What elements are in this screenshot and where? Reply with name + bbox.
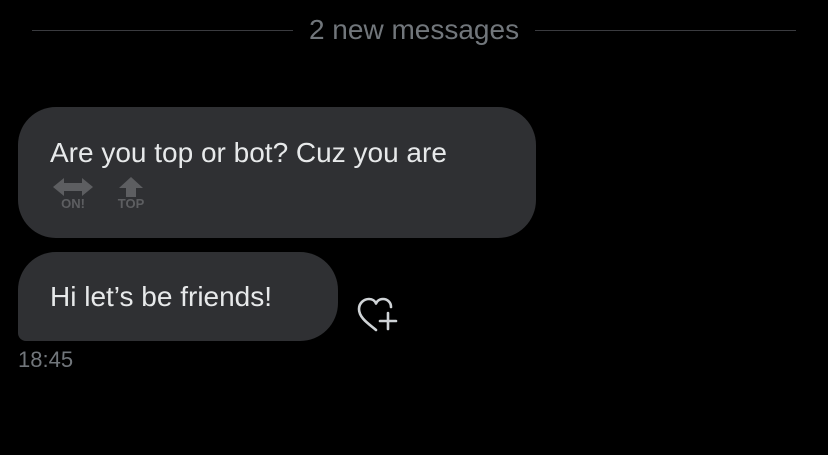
- new-messages-divider: 2 new messages: [32, 8, 797, 52]
- divider-line-right: [535, 29, 797, 31]
- on-arrow-icon: [53, 178, 93, 196]
- top-emoji-caption: TOP: [117, 196, 145, 211]
- message-text: Hi let’s be friends!: [50, 280, 273, 312]
- top-arrow-emoji: TOP: [108, 177, 154, 211]
- new-messages-label: 2 new messages: [308, 14, 520, 45]
- add-reaction-button[interactable]: [355, 296, 401, 336]
- message-bubble[interactable]: Are you top or bot? Cuz you are ON! TOP: [18, 107, 536, 238]
- dm-conversation: 2 new messages Are you top or bot? Cuz y…: [0, 0, 828, 455]
- top-arrow-icon: [119, 177, 143, 197]
- message-text: Are you top or bot? Cuz you are: [50, 137, 447, 168]
- divider-line-left: [32, 29, 293, 31]
- heart-plus-icon: [357, 297, 398, 332]
- emoji-row: ON! TOP: [50, 177, 504, 211]
- on-emoji-caption: ON!: [61, 196, 85, 211]
- message-bubble[interactable]: Hi let’s be friends!: [18, 252, 338, 341]
- message-timestamp: 18:45: [18, 347, 74, 372]
- on-arrow-emoji: ON!: [50, 177, 96, 211]
